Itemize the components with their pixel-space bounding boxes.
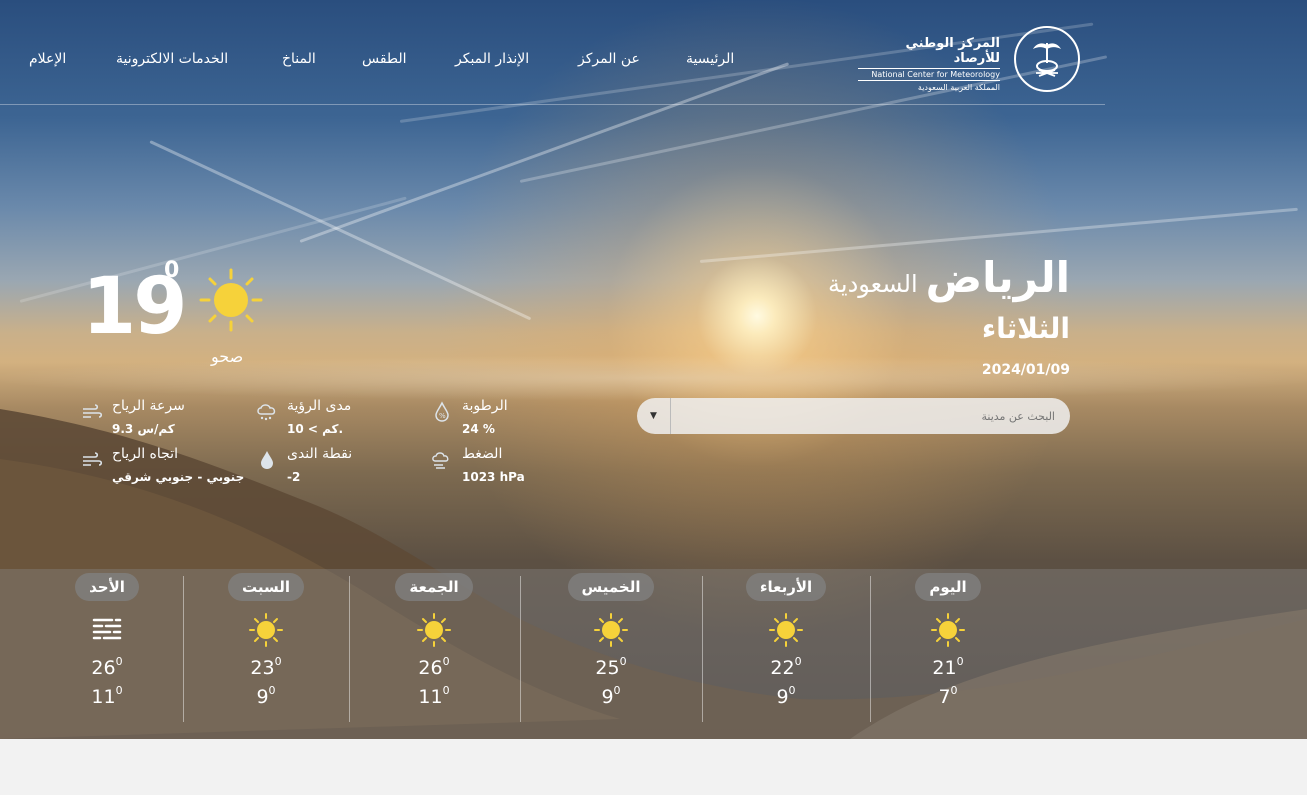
forecast-day[interactable]: السبت 230 90 [206,573,326,713]
forecast-day-label: السبت [227,573,305,601]
forecast-high: 230 [250,655,282,679]
nav-about[interactable]: عن المركز [578,51,640,67]
forecast-divider [870,576,871,722]
logo-english-name: National Center for Meteorology [858,68,1000,81]
logo-arabic-name: المركز الوطني للأرصاد [905,36,1000,66]
wind-speed-stat: سرعة الرياح 9.3 كم/س [112,398,185,436]
forecast-day[interactable]: الأحد 260 110 [47,573,167,713]
forecast-high: 210 [932,655,964,679]
country-name: السعودية [828,270,918,298]
forecast-day-label: الجمعة [395,573,473,601]
city-search[interactable]: ▼ [637,398,1070,434]
sun-icon [931,613,965,647]
degree-symbol: 0 [164,258,180,283]
pressure-label: الضغط [462,446,503,462]
wind-icon [83,404,103,418]
wind-direction-stat: اتجاه الرياح جنوبي - جنوبي شرقي [112,446,244,484]
dew-point-label: نقطة الندى [287,446,353,462]
nav-media[interactable]: الإعلام [29,51,66,67]
svg-text:%: % [439,412,446,420]
visibility-label: مدى الرؤية [287,398,352,414]
forecast-low: 110 [91,684,123,708]
forecast-divider [183,576,184,722]
pressure-stat: الضغط 1023 hPa [462,446,525,484]
forecast-day[interactable]: الأربعاء 220 90 [726,573,846,713]
nav-early-warning[interactable]: الإنذار المبكر [455,51,529,67]
dew-point-stat: نقطة الندى -2 [287,446,352,484]
humidity-label: الرطوبة [462,398,508,414]
emblem-icon [1014,26,1080,92]
visibility-stat: مدى الرؤية 10 < كم. [287,398,351,436]
sun-icon [199,268,263,332]
forecast-day[interactable]: اليوم 210 70 [888,573,1008,713]
city-name: الرياض [925,253,1070,302]
visibility-value: 10 < كم. [287,422,344,436]
sun-icon [594,613,628,647]
city-search-input[interactable] [671,398,1065,434]
dew-point-value: -2 [287,470,301,484]
nav-e-services[interactable]: الخدمات الالكترونية [116,51,228,67]
ncm-logo[interactable]: المركز الوطني للأرصاد National Center fo… [858,26,1080,94]
forecast-low: 90 [776,684,796,708]
sun-icon [249,613,283,647]
forecast-divider [520,576,521,722]
current-day: الثلاثاء [981,312,1070,345]
forecast-high: 250 [595,655,627,679]
nav-home[interactable]: الرئيسية [686,51,734,67]
nav-weather[interactable]: الطقس [362,51,407,67]
forecast-high: 220 [770,655,802,679]
sun-icon [769,613,803,647]
current-date: 2024/01/09 [981,362,1070,378]
forecast-low: 90 [256,684,276,708]
forecast-day-label: الأحد [75,573,139,601]
forecast-day-label: اليوم [915,573,981,601]
forecast-divider [349,576,350,722]
forecast-high: 260 [418,655,450,679]
wind-speed-label: سرعة الرياح [112,398,185,414]
forecast-high: 260 [91,655,123,679]
forecast-day-label: الخميس [567,573,655,601]
forecast-low: 110 [418,684,450,708]
fog-icon [92,618,122,640]
current-condition: صحو [211,347,244,366]
wind-direction-value: جنوبي - جنوبي شرقي [112,470,245,484]
wind-direction-label: اتجاه الرياح [112,446,178,462]
pressure-icon [432,452,449,469]
forecast-low: 90 [601,684,621,708]
forecast-divider [702,576,703,722]
sun-icon [417,613,451,647]
header-divider [0,104,1105,105]
humidity-value: 24 % [462,422,495,436]
humidity-stat: الرطوبة 24 % [462,398,508,436]
humidity-icon: % [435,401,449,422]
wind-direction-icon [83,452,103,466]
pressure-value: 1023 hPa [462,470,525,484]
rain-cloud-icon [257,404,276,421]
drop-icon [261,451,273,469]
wind-speed-value: 9.3 كم/س [112,422,175,436]
logo-country: المملكة العربية السعودية [917,83,1000,92]
forecast-day-label: الأربعاء [745,573,827,601]
location-title: الرياض السعودية [828,253,1070,302]
forecast-low: 70 [938,684,958,708]
forecast-day[interactable]: الجمعة 260 110 [374,573,494,713]
dropdown-arrow-icon[interactable]: ▼ [637,398,671,434]
forecast-day[interactable]: الخميس 250 90 [551,573,671,713]
nav-climate[interactable]: المناخ [282,51,316,67]
